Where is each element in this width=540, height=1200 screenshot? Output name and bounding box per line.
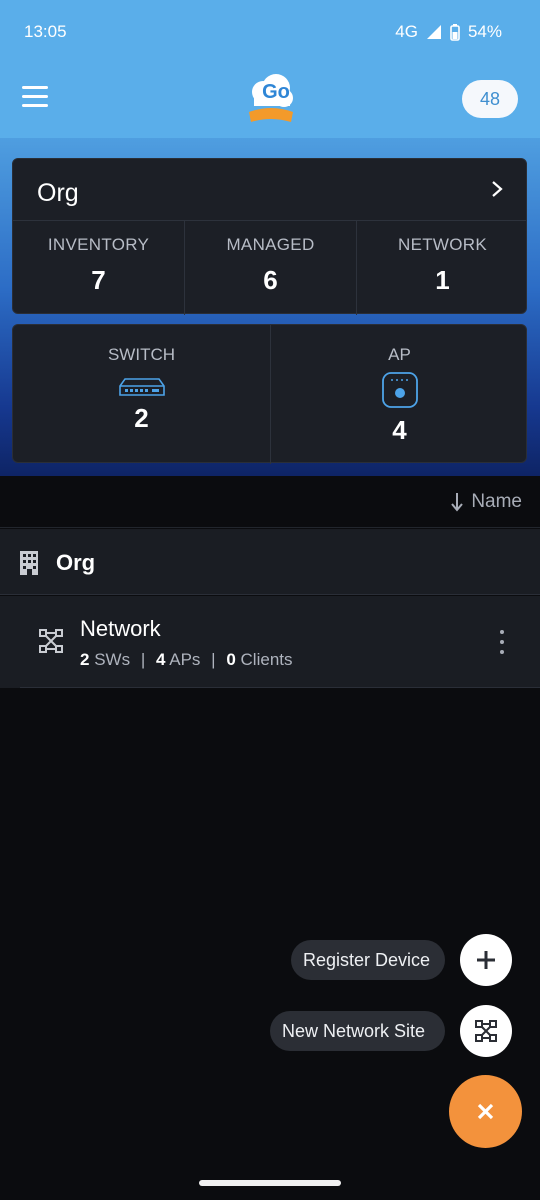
arrow-down-icon — [451, 493, 464, 512]
switch-label: SWITCH — [107, 345, 176, 364]
stat-inventory[interactable]: INVENTORY 7 — [13, 221, 184, 315]
org-summary-card[interactable]: Org INVENTORY 7 MANAGED 6 NETWORK 1 — [12, 158, 528, 315]
summary-panel: Org INVENTORY 7 MANAGED 6 NETWORK 1 SWIT… — [0, 138, 540, 476]
switch-count: 2 — [80, 650, 90, 669]
battery-icon — [450, 24, 460, 41]
building-icon — [20, 551, 38, 575]
sort-by-name-button[interactable]: Name — [451, 491, 522, 513]
network-type: 4G — [395, 22, 418, 41]
sort-label: Name — [471, 491, 522, 512]
ap-summary[interactable]: AP 4 — [271, 325, 528, 464]
stat-network[interactable]: NETWORK 1 — [357, 221, 528, 315]
network-list-item[interactable]: Network 2 SWs | 4 APs | 0 Clients — [0, 596, 540, 688]
network-name: Network — [80, 616, 161, 641]
app-logo: Go — [249, 74, 293, 122]
close-icon — [477, 1103, 494, 1120]
client-unit: Clients — [240, 650, 293, 669]
plus-icon — [477, 951, 495, 969]
switch-unit: SWs — [94, 650, 131, 669]
stat-value: 6 — [263, 265, 278, 295]
new-network-site-button[interactable] — [460, 1005, 512, 1057]
org-name: Org — [56, 550, 96, 575]
new-network-site-label[interactable]: New Network Site — [270, 1011, 445, 1051]
stat-label: NETWORK — [398, 235, 487, 254]
divider — [20, 687, 540, 688]
device-summary-card: SWITCH 2 AP 4 — [12, 324, 528, 464]
notification-count-badge[interactable]: 48 — [462, 80, 518, 118]
switch-count: 2 — [134, 403, 149, 433]
switch-summary[interactable]: SWITCH 2 — [13, 325, 270, 464]
stat-label: INVENTORY — [47, 235, 150, 254]
ap-label: AP — [388, 345, 411, 364]
stat-value: 7 — [91, 265, 106, 295]
app-bar: Go 48 — [0, 62, 540, 138]
logo-letter: Go — [262, 81, 290, 103]
register-device-label[interactable]: Register Device — [291, 940, 445, 980]
status-bar: 13:05 4G 54% — [0, 0, 540, 62]
sort-bar: Name — [0, 476, 540, 528]
close-fab-button[interactable] — [449, 1075, 522, 1148]
stat-managed[interactable]: MANAGED 6 — [185, 221, 356, 315]
status-time: 13:05 — [24, 22, 67, 41]
access-point-icon — [381, 372, 418, 408]
register-device-button[interactable] — [460, 934, 512, 986]
switch-icon — [118, 378, 165, 396]
stat-label: MANAGED — [226, 235, 315, 254]
status-indicators: 4G 54% — [395, 22, 502, 42]
home-indicator[interactable] — [199, 1180, 341, 1186]
separator: | — [140, 650, 146, 669]
network-summary: 2 SWs | 4 APs | 0 Clients — [80, 650, 293, 670]
menu-icon[interactable] — [22, 86, 48, 110]
stat-value: 1 — [435, 265, 450, 295]
separator: | — [211, 650, 216, 669]
battery-level: 54% — [467, 22, 502, 41]
chevron-right-icon — [492, 181, 503, 197]
org-list-item[interactable]: Org — [0, 529, 540, 595]
ap-count: 4 — [392, 415, 407, 445]
org-card-title: Org — [37, 179, 79, 207]
client-count: 0 — [226, 650, 236, 669]
more-options-icon[interactable] — [500, 630, 506, 656]
network-topology-icon — [39, 629, 63, 653]
network-topology-icon — [475, 1020, 497, 1042]
ap-count: 4 — [155, 650, 166, 669]
signal-icon — [426, 25, 441, 39]
ap-unit: APs — [169, 650, 201, 669]
